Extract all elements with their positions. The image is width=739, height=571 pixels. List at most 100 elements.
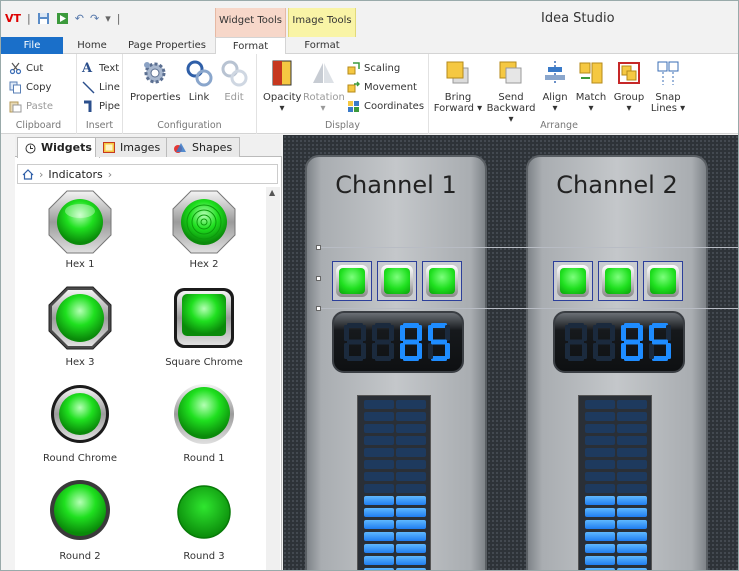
redo-icon[interactable]: ↷ [90, 12, 99, 25]
bar-segment [364, 460, 394, 469]
indicator-button[interactable] [598, 261, 638, 301]
breadcrumb-indicators[interactable]: Indicators [48, 168, 102, 181]
segment [403, 323, 419, 328]
bar-graph[interactable] [357, 395, 431, 570]
tab-file[interactable]: File [1, 37, 63, 54]
bar-segment [585, 556, 615, 565]
movement-button[interactable]: Movement [347, 79, 417, 95]
bar-segment [364, 472, 394, 481]
paste-button[interactable]: Paste [9, 98, 53, 114]
bar-segment [364, 544, 394, 553]
bar-graph[interactable] [578, 395, 652, 570]
widget-square-chrome[interactable]: Square Chrome [149, 285, 259, 377]
round-3-icon [177, 485, 231, 539]
indicator-button[interactable] [643, 261, 683, 301]
gallery-scrollbar[interactable]: ▲ [266, 187, 280, 570]
indicator-button[interactable] [377, 261, 417, 301]
tab-page-properties[interactable]: Page Properties [121, 37, 213, 54]
insert-text-button[interactable]: A Text [82, 60, 119, 76]
qat-dropdown-icon[interactable]: ▾ [105, 12, 111, 25]
widget-hex-3[interactable]: Hex 3 [25, 285, 135, 377]
tab-format-image[interactable]: Format [288, 37, 356, 54]
bar-segment [617, 436, 647, 445]
save-icon[interactable] [37, 12, 50, 25]
bar-segment [396, 436, 426, 445]
channel-panel-1[interactable]: Channel 1 [305, 155, 487, 570]
round-2-icon [50, 480, 110, 540]
image-icon [103, 142, 115, 153]
align-button[interactable]: Align ▾ [539, 58, 571, 114]
panel-tab-images[interactable]: Images [95, 137, 169, 157]
bring-forward-button[interactable]: Bring Forward ▾ [433, 58, 483, 114]
panel-tab-widgets[interactable]: Widgets [17, 137, 100, 158]
widget-round-3[interactable]: Round 3 [149, 479, 259, 570]
design-canvas[interactable]: Channel 1 Channel 2 [283, 135, 738, 570]
channel-panel-2[interactable]: Channel 2 [526, 155, 708, 570]
widget-label: Round Chrome [42, 453, 118, 464]
bar-segment [364, 424, 394, 433]
bar-segment [617, 448, 647, 457]
indicator-button[interactable] [422, 261, 462, 301]
coordinates-button[interactable]: Coordinates [347, 98, 424, 114]
panel-tab-bar: Widgets Images Shapes [15, 135, 282, 158]
app-window: VT | ↶ ↷ ▾ | Widget Tools Image Tools Id… [0, 0, 739, 571]
bar-segment [364, 448, 394, 457]
hex-3-icon [48, 286, 112, 350]
hex-2-icon [172, 190, 236, 254]
rotation-dropdown-icon: ▾ [320, 103, 326, 114]
copy-label: Copy [26, 81, 52, 93]
insert-line-button[interactable]: Line [82, 79, 120, 95]
indicator-button[interactable] [332, 261, 372, 301]
segment [568, 323, 584, 328]
segment [361, 325, 366, 341]
widget-label: Round 3 [183, 551, 225, 562]
undo-icon[interactable]: ↶ [75, 12, 84, 25]
breadcrumb[interactable]: › Indicators › [17, 164, 278, 184]
group-label-insert: Insert [85, 120, 114, 131]
link-button[interactable]: Link [183, 58, 215, 103]
segment [372, 343, 377, 359]
bar-segment [585, 436, 615, 445]
widget-round-1[interactable]: Round 1 [149, 383, 259, 475]
widget-hex-2[interactable]: Hex 2 [149, 189, 259, 281]
panel-tab-shapes[interactable]: Shapes [166, 137, 241, 157]
hex-1-icon [48, 190, 112, 254]
scaling-button[interactable]: Scaling [347, 60, 400, 76]
opacity-button[interactable]: Opacity ▾ [263, 58, 301, 114]
seven-segment-display[interactable] [553, 311, 685, 373]
link-icon [186, 60, 213, 87]
seven-segment-display[interactable] [332, 311, 464, 373]
copy-button[interactable]: Copy [9, 79, 51, 95]
rotation-button[interactable]: Rotation ▾ [303, 58, 345, 114]
segment [431, 323, 447, 328]
tab-format-widget[interactable]: Format [215, 37, 286, 55]
cut-button[interactable]: Cut [9, 60, 43, 76]
segment [652, 323, 668, 328]
home-icon[interactable] [22, 168, 34, 180]
segment [568, 356, 584, 361]
insert-pipe-button[interactable]: Pipe [82, 98, 120, 114]
group-button[interactable]: Group ▾ [611, 58, 647, 114]
segment [582, 325, 587, 341]
bar-segment [617, 556, 647, 565]
widget-round-chrome[interactable]: Round Chrome [25, 383, 135, 475]
segment [624, 356, 640, 361]
group-insert: A Text Line Pipe Insert [77, 54, 123, 134]
segment [347, 356, 363, 361]
segment [375, 323, 391, 328]
match-button[interactable]: Match ▾ [573, 58, 609, 114]
bar-segment [364, 532, 394, 541]
properties-button[interactable]: Properties [130, 58, 181, 103]
send-backward-button[interactable]: Send Backward ▾ [485, 58, 537, 125]
bar-segment [585, 460, 615, 469]
edit-button[interactable]: Edit [219, 58, 249, 103]
indicator-button[interactable] [553, 261, 593, 301]
scroll-up-icon[interactable]: ▲ [269, 188, 275, 197]
tab-home[interactable]: Home [67, 37, 117, 54]
preview-icon[interactable] [56, 12, 69, 25]
group-icon [618, 62, 640, 84]
snap-lines-button[interactable]: Snap Lines ▾ [649, 58, 687, 114]
widget-hex-1[interactable]: Hex 1 [25, 189, 135, 281]
group-label: Group [613, 92, 645, 103]
widget-round-2[interactable]: Round 2 [25, 479, 135, 570]
